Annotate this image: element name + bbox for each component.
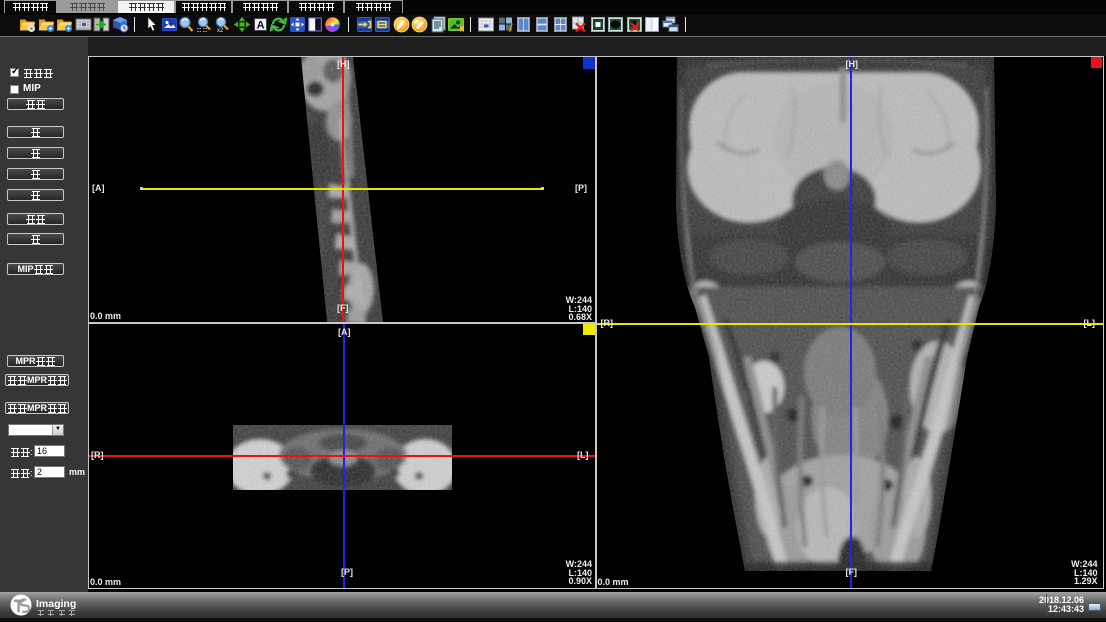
svg-text:x2: x2	[217, 28, 224, 33]
svg-text:A: A	[257, 20, 265, 32]
